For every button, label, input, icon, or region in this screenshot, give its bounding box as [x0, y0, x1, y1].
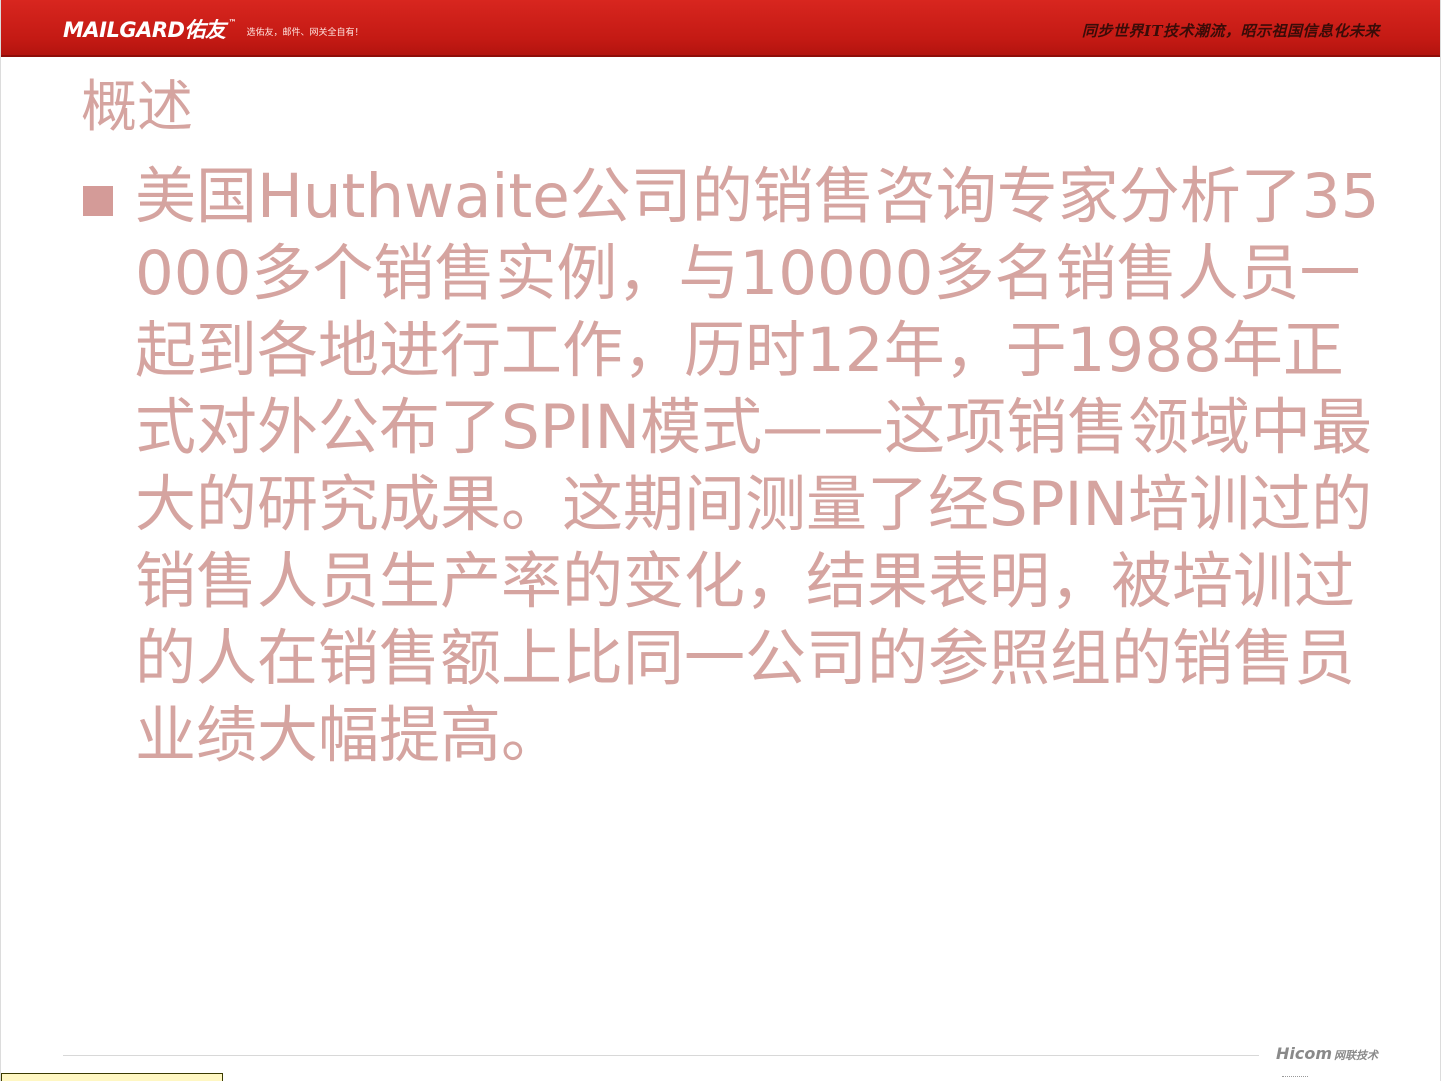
bullet-text: 美国Huthwaite公司的销售咨询专家分析了35000多个销售实例，与1000…	[135, 161, 1380, 771]
header-band: MAILGARD佑友 ™ 选佑友，邮件、网关全自有！ 同步世界IT技术潮流，昭示…	[1, 0, 1440, 57]
bottom-right-mark	[1282, 1076, 1308, 1081]
bottom-tab-marker	[1, 1073, 223, 1081]
footer-divider	[63, 1055, 1259, 1056]
brand-trademark: ™	[228, 18, 237, 27]
bullet-square-icon	[83, 186, 113, 216]
footer-logo: Hicom 网联技术	[1276, 1044, 1378, 1063]
footer-brand: Hicom	[1275, 1044, 1332, 1063]
brand-logo: MAILGARD佑友	[63, 18, 226, 42]
footer-brand-cn: 网联技术	[1334, 1049, 1378, 1062]
brand: MAILGARD佑友 ™ 选佑友，邮件、网关全自有！	[63, 14, 363, 44]
brand-slogan: 选佑友，邮件、网关全自有！	[246, 28, 364, 38]
header-tagline: 同步世界IT技术潮流，昭示祖国信息化未来	[1081, 22, 1380, 40]
slide: MAILGARD佑友 ™ 选佑友，邮件、网关全自有！ 同步世界IT技术潮流，昭示…	[0, 0, 1441, 1081]
slide-title: 概述	[81, 75, 193, 140]
